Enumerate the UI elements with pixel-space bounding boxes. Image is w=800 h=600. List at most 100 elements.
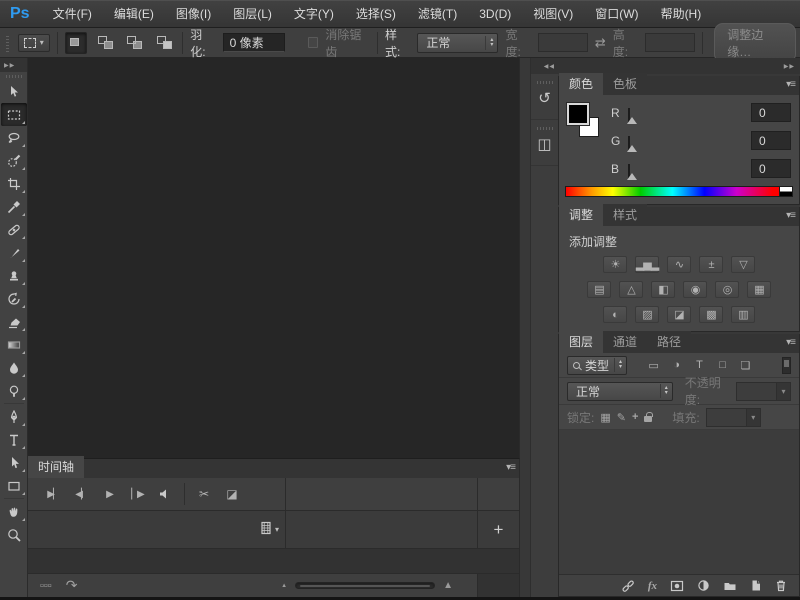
split-clip-button[interactable]: ✂: [191, 483, 217, 505]
brush-tool[interactable]: [1, 241, 27, 264]
timeline-zoom-slider[interactable]: [295, 582, 435, 589]
filter-shape-layers-icon[interactable]: □: [714, 359, 731, 371]
tab-paths[interactable]: 路径: [647, 331, 691, 353]
subtract-from-selection-button[interactable]: [124, 32, 146, 54]
foreground-color-swatch[interactable]: [567, 103, 589, 125]
timeline-panel-menu-icon[interactable]: ▾≡: [506, 462, 515, 473]
menu-file[interactable]: 文件(F): [42, 1, 103, 27]
add-layer-mask-icon[interactable]: [670, 580, 684, 592]
document-canvas[interactable]: [28, 58, 520, 458]
tab-adjustments[interactable]: 调整: [559, 204, 603, 226]
hue-saturation-icon[interactable]: ▤: [587, 281, 611, 298]
menu-filter[interactable]: 滤镜(T): [407, 1, 468, 27]
color-balance-icon[interactable]: △: [619, 281, 643, 298]
eyedropper-tool[interactable]: [1, 195, 27, 218]
horizontal-type-tool[interactable]: [1, 428, 27, 451]
menu-edit[interactable]: 编辑(E): [103, 1, 165, 27]
vibrance-icon[interactable]: ▽: [731, 256, 755, 273]
rectangular-marquee-tool[interactable]: [1, 103, 27, 126]
link-layers-icon[interactable]: [621, 579, 635, 593]
blue-slider-thumb[interactable]: [627, 173, 637, 180]
hand-tool[interactable]: [1, 500, 27, 523]
width-input[interactable]: [538, 33, 588, 52]
dock-collapse-button[interactable]: ◀◀: [531, 58, 558, 74]
threshold-icon[interactable]: ◪: [667, 306, 691, 323]
transition-button[interactable]: ◪: [219, 483, 245, 505]
fill-control[interactable]: ▾: [706, 408, 761, 427]
render-video-icon[interactable]: ↷: [66, 577, 78, 594]
zoom-in-mountain-icon[interactable]: ▲: [443, 580, 453, 591]
red-slider[interactable]: [628, 109, 744, 117]
exposure-icon[interactable]: ±: [699, 256, 723, 273]
next-frame-button[interactable]: ▏▶: [124, 483, 150, 505]
film-track-icon[interactable]: [259, 521, 272, 538]
menu-type[interactable]: 文字(Y): [283, 1, 345, 27]
swap-width-height-icon[interactable]: ⇄: [595, 35, 606, 51]
new-selection-button[interactable]: [65, 32, 87, 54]
add-media-button[interactable]: +: [494, 520, 504, 540]
new-group-icon[interactable]: [723, 580, 737, 592]
options-bar-gripper[interactable]: [6, 34, 9, 52]
tab-swatches[interactable]: 色板: [603, 73, 647, 95]
color-lookup-icon[interactable]: ▦: [747, 281, 771, 298]
layer-filter-toggle[interactable]: [782, 357, 791, 374]
dodge-tool[interactable]: [1, 379, 27, 402]
menu-3d[interactable]: 3D(D): [468, 1, 522, 27]
toolbar-gripper[interactable]: [6, 75, 22, 78]
black-and-white-icon[interactable]: ◧: [651, 281, 675, 298]
lock-all-icon[interactable]: [644, 416, 652, 422]
adjustments-panel-menu-icon[interactable]: ▾≡: [786, 210, 795, 221]
menu-layer[interactable]: 图层(L): [222, 1, 283, 27]
crop-tool[interactable]: [1, 172, 27, 195]
zoom-out-mountain-icon[interactable]: ▲: [281, 583, 287, 589]
color-spectrum-ramp[interactable]: [565, 186, 793, 197]
levels-icon[interactable]: ▂▅▂: [635, 256, 659, 273]
audio-button[interactable]: [152, 483, 178, 505]
posterize-icon[interactable]: ▨: [635, 306, 659, 323]
lock-transparent-pixels-icon[interactable]: ▦: [600, 411, 610, 424]
eraser-tool[interactable]: [1, 310, 27, 333]
brightness-contrast-icon[interactable]: ☀: [603, 256, 627, 273]
white-black-ramp-end[interactable]: [780, 186, 793, 197]
blur-tool[interactable]: [1, 356, 27, 379]
move-tool[interactable]: [1, 80, 27, 103]
chevron-down-icon[interactable]: ▾: [776, 382, 791, 401]
red-slider-thumb[interactable]: [627, 117, 637, 124]
play-button[interactable]: ▶: [96, 483, 122, 505]
gradient-tool[interactable]: [1, 333, 27, 356]
blue-value[interactable]: 0: [751, 159, 791, 178]
quick-selection-tool[interactable]: [1, 149, 27, 172]
green-value[interactable]: 0: [751, 131, 791, 150]
convert-to-frame-animation-icon[interactable]: ▫▫▫: [40, 580, 52, 592]
spot-healing-brush-tool[interactable]: [1, 218, 27, 241]
dock-expand-button[interactable]: ▶▶: [558, 58, 800, 74]
lock-image-pixels-icon[interactable]: ✎: [617, 411, 626, 424]
gradient-map-icon[interactable]: ▩: [699, 306, 723, 323]
menu-help[interactable]: 帮助(H): [650, 1, 713, 27]
add-to-selection-button[interactable]: [94, 32, 116, 54]
curves-icon[interactable]: ∿: [667, 256, 691, 273]
filter-pixel-layers-icon[interactable]: ▭: [645, 359, 662, 372]
blue-slider[interactable]: [628, 165, 744, 173]
feather-input[interactable]: [223, 33, 285, 52]
style-dropdown[interactable]: 正常 ▴▾: [417, 33, 498, 53]
toolbar-collapse-button[interactable]: ▶▶: [0, 58, 27, 72]
layer-style-icon[interactable]: fx: [648, 580, 657, 592]
intersect-selection-button[interactable]: [153, 32, 175, 54]
antialias-checkbox[interactable]: [308, 37, 318, 48]
tab-channels[interactable]: 通道: [603, 331, 647, 353]
menu-image[interactable]: 图像(I): [165, 1, 222, 27]
delete-layer-icon[interactable]: [775, 579, 787, 592]
blend-mode-dropdown[interactable]: 正常 ▴▾: [567, 382, 673, 401]
path-selection-tool[interactable]: [1, 451, 27, 474]
lasso-tool[interactable]: [1, 126, 27, 149]
new-layer-icon[interactable]: [750, 579, 762, 592]
previous-frame-button[interactable]: ◀▏: [68, 483, 94, 505]
layers-list[interactable]: [559, 430, 799, 575]
selective-color-icon[interactable]: ▥: [731, 306, 755, 323]
tab-timeline[interactable]: 时间轴: [28, 456, 84, 478]
photo-filter-icon[interactable]: ◉: [683, 281, 707, 298]
invert-icon[interactable]: ◐: [603, 306, 627, 323]
red-value[interactable]: 0: [751, 103, 791, 122]
history-brush-tool[interactable]: [1, 287, 27, 310]
